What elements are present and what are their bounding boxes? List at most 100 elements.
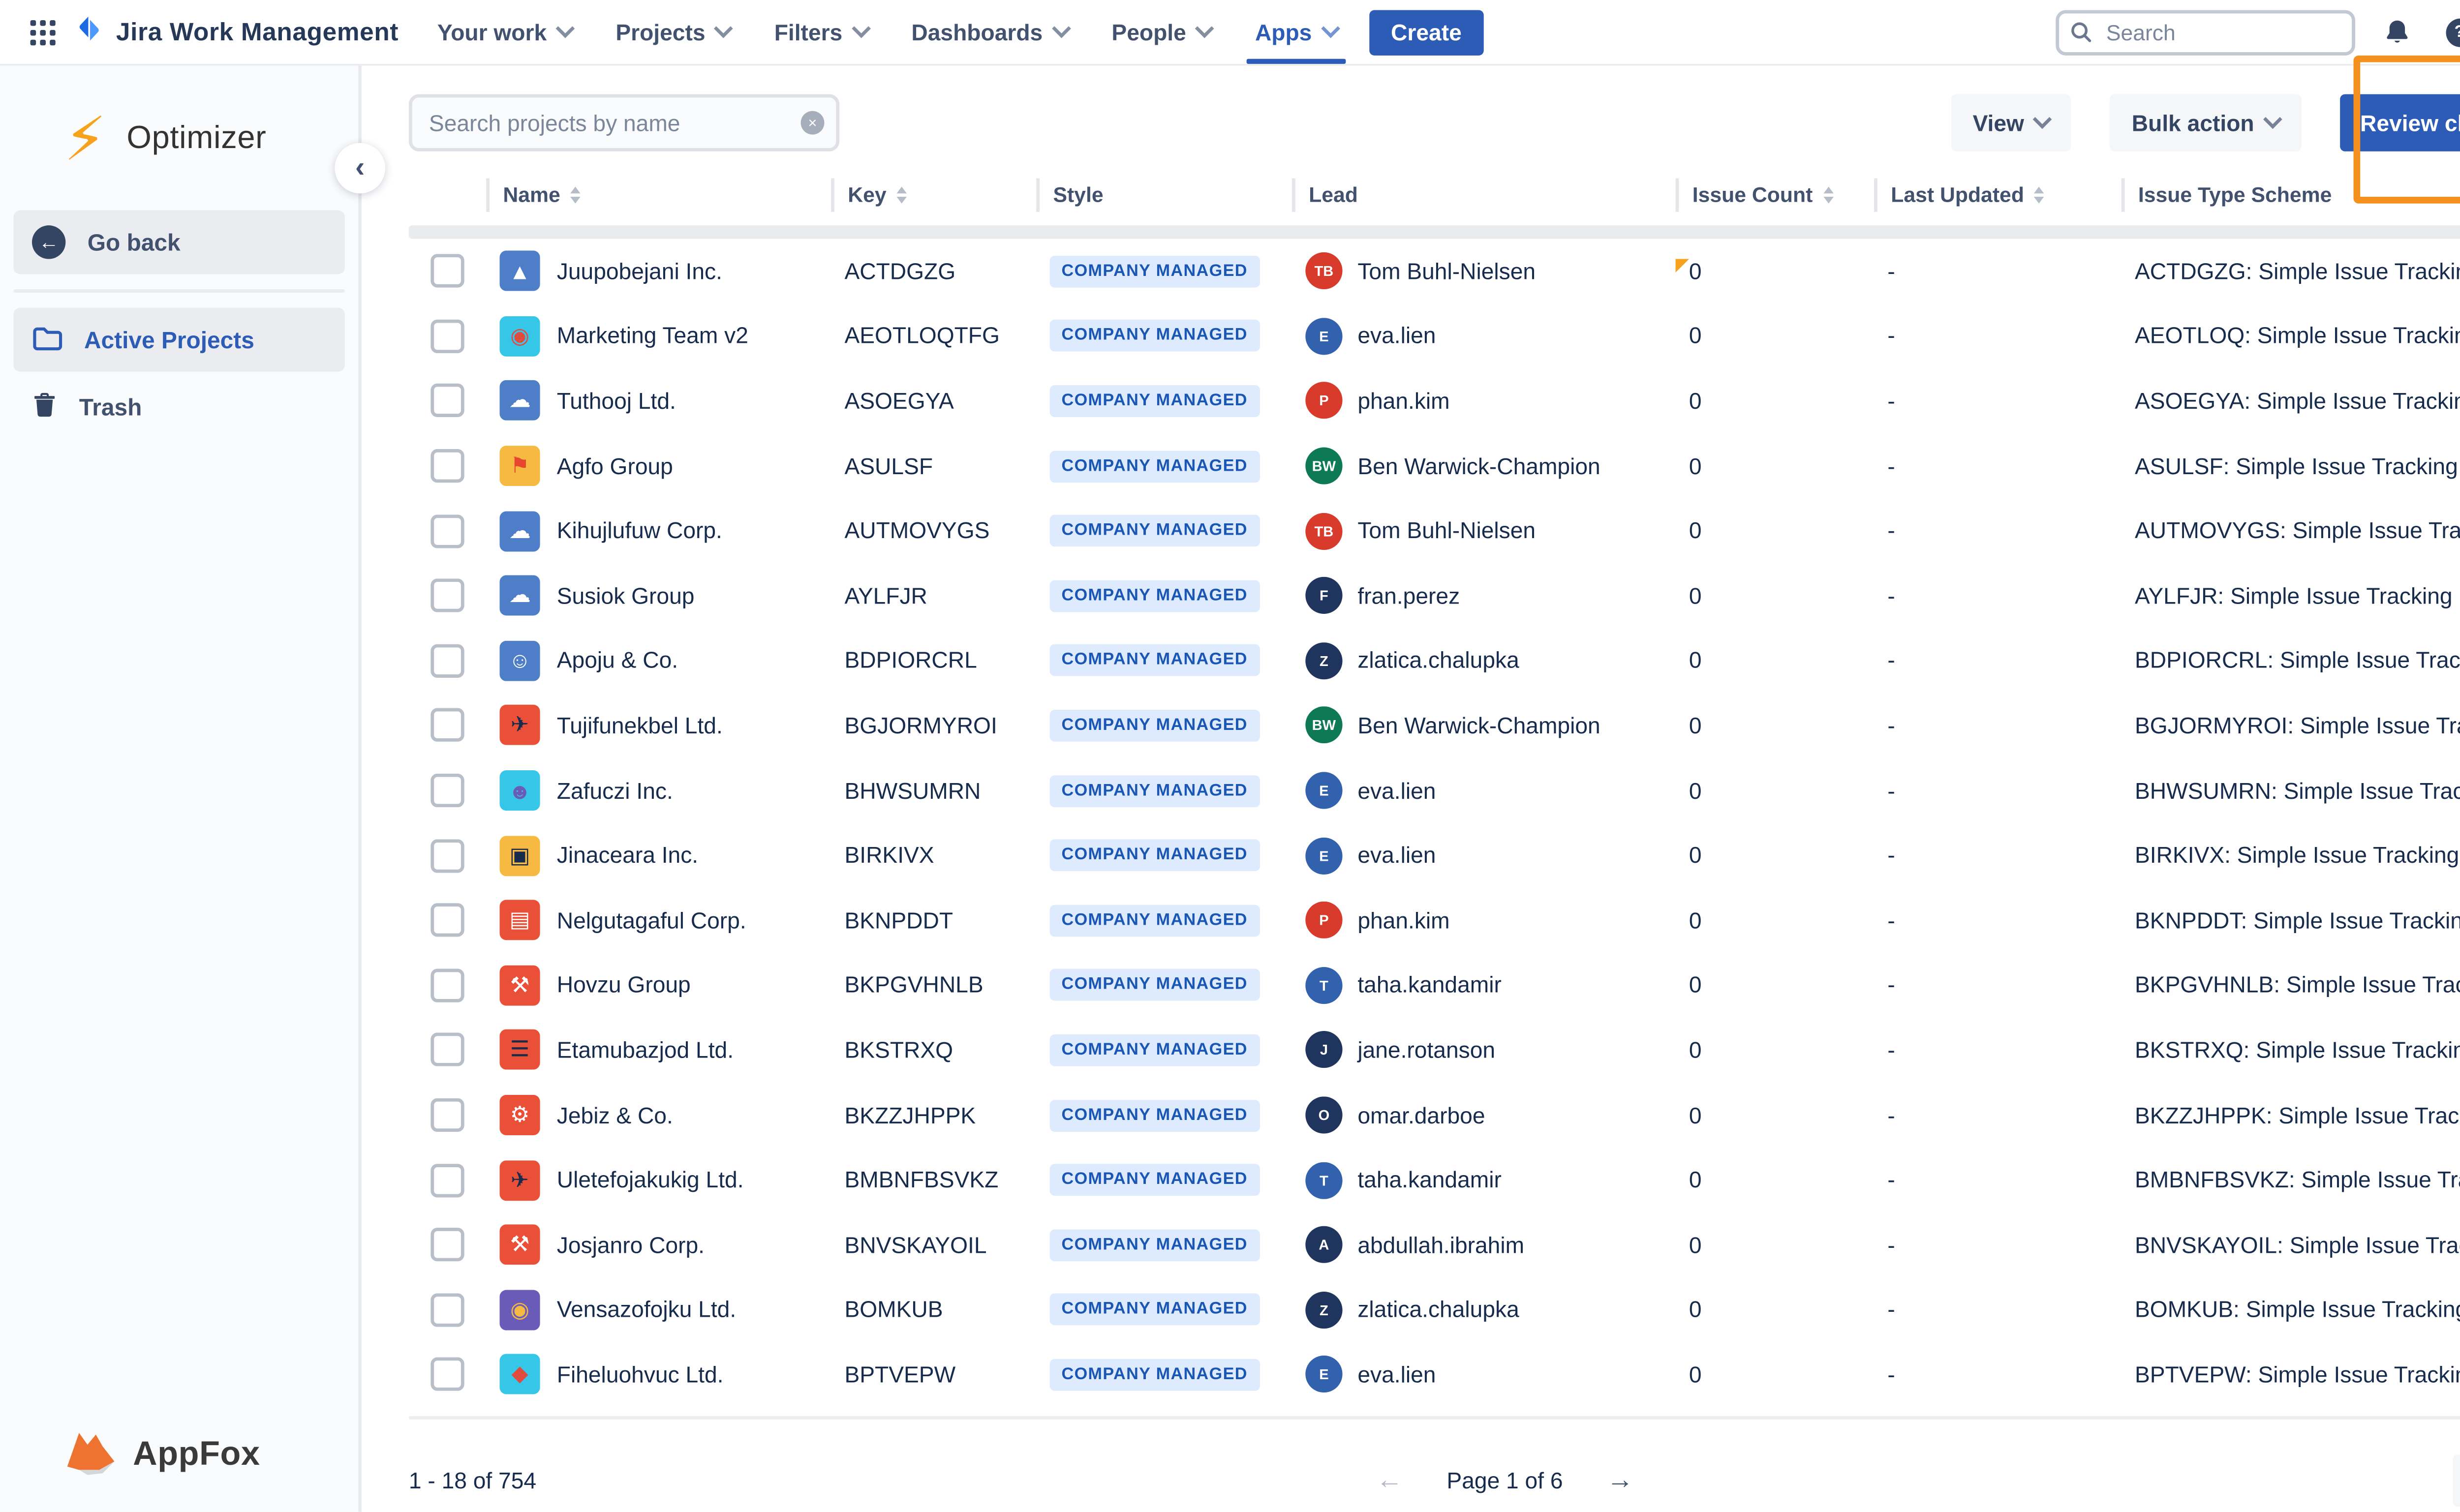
sort-icon[interactable] [896, 187, 907, 204]
project-name[interactable]: Hovzu Group [557, 972, 691, 998]
project-name[interactable]: Etamubazjod Ltd. [557, 1037, 734, 1062]
help-icon[interactable]: ? [2439, 12, 2460, 52]
sort-icon[interactable] [570, 187, 581, 204]
lead-avatar: F [1305, 577, 1342, 614]
create-button[interactable]: Create [1369, 9, 1484, 55]
last-updated: - [1874, 713, 2122, 738]
name-cell: ▣Jinaceara Inc. [486, 835, 831, 876]
row-checkbox[interactable] [430, 254, 464, 288]
project-search-input[interactable] [409, 94, 839, 151]
project-name[interactable]: Tujifunekbel Ltd. [557, 713, 723, 738]
issue-type-scheme: BIRKIVX: Simple Issue Tracking Iss... [2122, 843, 2460, 868]
project-name[interactable]: Josjanro Corp. [557, 1232, 705, 1257]
nav-item-filters[interactable]: Filters [752, 0, 890, 64]
project-name[interactable]: Tuthooj Ltd. [557, 389, 676, 414]
clear-search-icon[interactable]: × [801, 111, 825, 135]
checkbox-cell [409, 449, 486, 483]
export-button[interactable]: Export [2453, 1455, 2460, 1507]
project-name[interactable]: Nelgutagaful Corp. [557, 907, 746, 933]
project-name[interactable]: Juupobejani Inc. [557, 259, 722, 284]
prev-page-arrow[interactable]: ← [1376, 1466, 1403, 1497]
row-checkbox[interactable] [430, 968, 464, 1002]
project-key: BIRKIVX [831, 843, 1036, 868]
row-checkbox[interactable] [430, 709, 464, 742]
project-name[interactable]: Jebiz & Co. [557, 1102, 673, 1127]
project-name[interactable]: Marketing Team v2 [557, 324, 748, 349]
project-avatar-icon: ☁ [500, 575, 540, 616]
column-header-key[interactable]: Key [831, 178, 1036, 212]
sidebar-collapse-button[interactable]: ‹ [335, 143, 385, 194]
project-key: AUTMOVYGS [831, 518, 1036, 544]
project-name[interactable]: Agfo Group [557, 454, 673, 479]
project-name[interactable]: Kihujlufuw Corp. [557, 518, 722, 544]
column-header-issue-count[interactable]: Issue Count [1676, 178, 1874, 212]
row-checkbox[interactable] [430, 839, 464, 872]
lead-name: eva.lien [1357, 1362, 1436, 1387]
nav-item-apps[interactable]: Apps [1233, 0, 1359, 64]
nav-item-projects[interactable]: Projects [594, 0, 752, 64]
bulk-action-dropdown[interactable]: Bulk action [2110, 94, 2301, 151]
project-avatar-icon: ☻ [500, 770, 540, 811]
project-name[interactable]: Uletefojakukig Ltd. [557, 1167, 744, 1192]
row-checkbox[interactable] [430, 514, 464, 547]
sidebar-item-active-projects[interactable]: Active Projects [13, 308, 345, 372]
jira-brand[interactable]: Jira Work Management [74, 13, 399, 52]
sort-icon[interactable] [1823, 187, 1833, 204]
lead-cell: Zzlatica.chalupka [1292, 1291, 1676, 1328]
project-name[interactable]: Vensazofojku Ltd. [557, 1297, 736, 1322]
nav-item-your-work[interactable]: Your work [415, 0, 593, 64]
name-cell: ⚙Jebiz & Co. [486, 1095, 831, 1135]
primary-nav: Your workProjectsFiltersDashboardsPeople… [415, 0, 1359, 64]
style-cell: COMPANY MANAGED [1036, 320, 1292, 352]
review-changes-button[interactable]: Review changes 1 [2340, 94, 2460, 151]
style-cell: COMPANY MANAGED [1036, 840, 1292, 872]
next-page-arrow[interactable]: → [1606, 1466, 1633, 1497]
table-row: ☺Apoju & Co.BDPIORCRLCOMPANY MANAGEDZzla… [409, 628, 2460, 693]
sidebar-item-go-back[interactable]: ← Go back [13, 210, 345, 274]
sidebar-item-trash[interactable]: Trash [13, 375, 345, 439]
view-dropdown[interactable]: View [1951, 94, 2071, 151]
style-badge: COMPANY MANAGED [1050, 645, 1260, 677]
row-checkbox[interactable] [430, 1293, 464, 1327]
last-updated: - [1874, 1102, 2122, 1127]
column-header-issue-type-scheme: Issue Type Scheme [2122, 178, 2460, 212]
row-checkbox[interactable] [430, 319, 464, 353]
project-name[interactable]: Fiheluohvuc Ltd. [557, 1362, 724, 1387]
column-header-last-updated[interactable]: Last Updated [1874, 178, 2122, 212]
row-checkbox[interactable] [430, 1358, 464, 1391]
last-updated: - [1874, 843, 2122, 868]
notifications-bell-icon[interactable] [2377, 12, 2417, 52]
issue-type-scheme: AUTMOVYGS: Simple Issue Tracki... [2122, 518, 2460, 544]
row-checkbox[interactable] [430, 1098, 464, 1132]
row-checkbox[interactable] [430, 579, 464, 612]
project-name[interactable]: Apoju & Co. [557, 648, 678, 673]
nav-item-dashboards[interactable]: Dashboards [890, 0, 1090, 64]
project-name[interactable]: Zafuczi Inc. [557, 778, 673, 803]
last-updated: - [1874, 583, 2122, 608]
row-checkbox[interactable] [430, 904, 464, 937]
project-name[interactable]: Susiok Group [557, 583, 695, 608]
row-checkbox[interactable] [430, 384, 464, 418]
checkbox-cell [409, 644, 486, 677]
row-checkbox[interactable] [430, 644, 464, 677]
row-checkbox[interactable] [430, 449, 464, 483]
last-updated: - [1874, 1167, 2122, 1192]
lead-name: zlatica.chalupka [1357, 648, 1519, 673]
global-search-input[interactable] [2056, 9, 2355, 55]
project-avatar-icon: ✈ [500, 1160, 540, 1200]
row-checkbox[interactable] [430, 1033, 464, 1067]
checkbox-cell [409, 579, 486, 612]
name-cell: ☁ Susiok Group [486, 575, 831, 616]
name-cell: ☰Etamubazjod Ltd. [486, 1030, 831, 1070]
style-badge: COMPANY MANAGED [1050, 1034, 1260, 1066]
row-checkbox[interactable] [430, 1163, 464, 1197]
project-name[interactable]: Jinaceara Inc. [557, 843, 698, 868]
sort-icon[interactable] [2034, 187, 2044, 204]
row-checkbox[interactable] [430, 1228, 464, 1262]
checkbox-cell [409, 839, 486, 872]
app-switcher-icon[interactable] [20, 10, 64, 54]
lead-cell: Eeva.lien [1292, 1356, 1676, 1393]
column-header-name[interactable]: Name [486, 178, 831, 212]
row-checkbox[interactable] [430, 774, 464, 807]
nav-item-people[interactable]: People [1090, 0, 1233, 64]
